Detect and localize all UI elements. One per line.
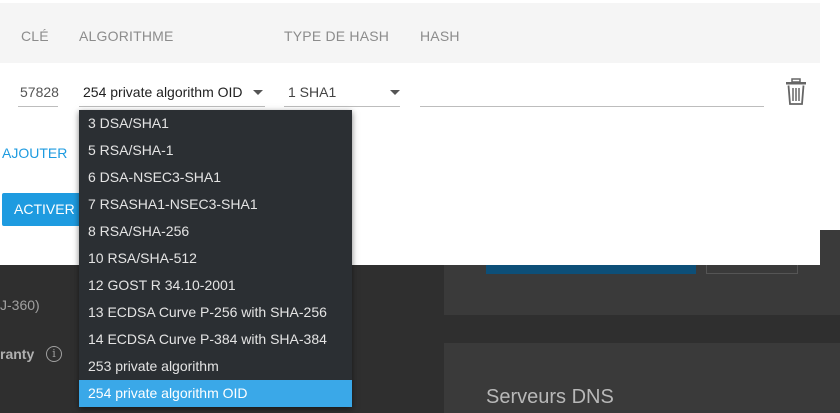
header-key: CLÉ [21,28,49,44]
background-warranty-label: ranty [0,346,35,362]
add-key-link[interactable]: AJOUTER [2,145,67,161]
hash-input[interactable] [420,80,764,107]
algorithm-option[interactable]: 12 GOST R 34.10-2001 [79,272,352,299]
algorithm-option[interactable]: 10 RSA/SHA-512 [79,245,352,272]
header-hash-type: TYPE DE HASH [284,28,390,44]
hash-type-value: 1 SHA1 [288,84,337,100]
activate-button[interactable]: ACTIVER [2,193,84,226]
algorithm-option[interactable]: 13 ECDSA Curve P-256 with SHA-256 [79,299,352,326]
dns-section-title: Serveurs DNS [486,386,614,408]
key-input[interactable]: 57828 [18,80,59,107]
algorithm-dropdown-menu: 3 DSA/SHA1 5 RSA/SHA-1 6 DSA-NSEC3-SHA1 7 R… [79,110,352,407]
algorithm-value: 254 private algorithm OID [83,84,243,100]
algorithm-option[interactable]: 6 DSA-NSEC3-SHA1 [79,164,352,191]
algorithm-option[interactable]: 254 private algorithm OID [79,380,352,407]
chevron-down-icon [390,90,400,95]
algorithm-option[interactable]: 8 RSA/SHA-256 [79,218,352,245]
table-header: CLÉ ALGORITHME TYPE DE HASH HASH [0,3,820,63]
key-value: 57828 [20,84,59,100]
algorithm-select[interactable]: 254 private algorithm OID [79,80,265,107]
algorithm-option[interactable]: 7 RSASHA1-NSEC3-SHA1 [79,191,352,218]
hash-type-select[interactable]: 1 SHA1 [284,80,400,107]
algorithm-option[interactable]: 5 RSA/SHA-1 [79,137,352,164]
algorithm-option[interactable]: 3 DSA/SHA1 [79,110,352,137]
header-hash: HASH [420,28,460,44]
algorithm-option[interactable]: 14 ECDSA Curve P-384 with SHA-384 [79,326,352,353]
trash-icon[interactable] [784,78,808,106]
header-algorithm: ALGORITHME [79,28,174,44]
background-model-text: J-360) [0,297,40,313]
algorithm-option[interactable]: 253 private algorithm [79,353,352,380]
chevron-down-icon [253,90,263,95]
info-icon: i [46,346,62,362]
